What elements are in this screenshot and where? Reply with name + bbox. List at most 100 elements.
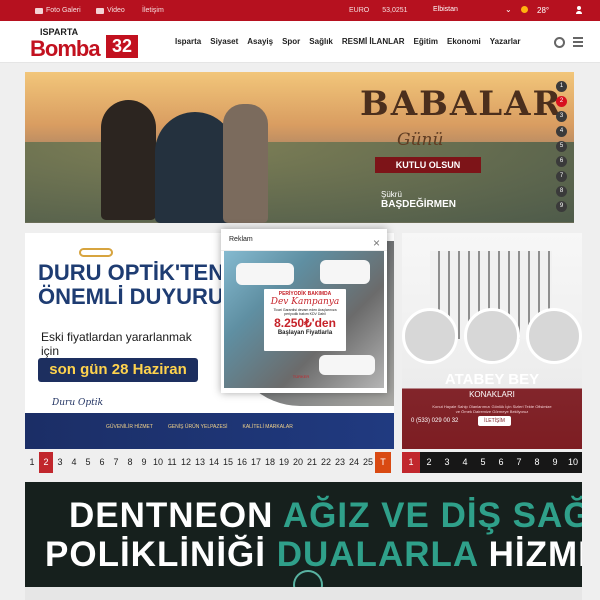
slider-dot[interactable]: 5 bbox=[556, 141, 567, 152]
nav-item-spor[interactable]: Spor bbox=[282, 37, 300, 46]
ad-modal: Reklam × PERİYODİK BAKIMDA Dev Kampanya … bbox=[221, 229, 387, 393]
slider-dot[interactable]: 9 bbox=[556, 201, 567, 212]
nav-item-asayis[interactable]: Asayiş bbox=[247, 37, 273, 46]
site-header: ISPARTA Bomba 32 Isparta Siyaset Asayiş … bbox=[0, 21, 600, 63]
pager-item[interactable]: 7 bbox=[109, 452, 123, 473]
interior-photo bbox=[526, 308, 582, 364]
pager-item[interactable]: 22 bbox=[319, 452, 333, 473]
pager-item[interactable]: 2 bbox=[420, 452, 438, 473]
pager-item[interactable]: 24 bbox=[347, 452, 361, 473]
pager-item[interactable]: 21 bbox=[305, 452, 319, 473]
nav-item-saglik[interactable]: Sağlık bbox=[309, 37, 333, 46]
slider-dot[interactable]: 4 bbox=[556, 126, 567, 137]
contact-label: İletişim bbox=[142, 7, 164, 14]
campaign-card: PERİYODİK BAKIMDA Dev Kampanya Ticari Ga… bbox=[264, 289, 346, 351]
pager-item[interactable]: 4 bbox=[67, 452, 81, 473]
campaign-desc: Ticari Garantisi devam eden Araçlarınıza… bbox=[273, 308, 337, 316]
nav-item-isparta[interactable]: Isparta bbox=[175, 37, 201, 46]
user-icon[interactable] bbox=[575, 5, 583, 15]
pager-item[interactable]: 5 bbox=[474, 452, 492, 473]
pager-item[interactable]: 4 bbox=[456, 452, 474, 473]
ad-title-2: ÖNEMLİ DUYURU: bbox=[38, 284, 232, 309]
pager-item[interactable]: 6 bbox=[492, 452, 510, 473]
banner-highlight: DUALARLA bbox=[276, 535, 478, 574]
pager-item[interactable]: 10 bbox=[151, 452, 165, 473]
city-select[interactable]: Elbistan bbox=[433, 6, 513, 13]
photo-gallery-link[interactable]: Foto Galeri bbox=[35, 7, 81, 14]
nav-item-egitim[interactable]: Eğitim bbox=[414, 37, 438, 46]
ad-badges: GÜVENİLİR HİZMET GENİŞ ÜRÜN YELPAZESİ KA… bbox=[106, 424, 293, 430]
pager-item[interactable]: 20 bbox=[291, 452, 305, 473]
slider-dot[interactable]: 3 bbox=[556, 111, 567, 122]
nav-item-yazarlar[interactable]: Yazarlar bbox=[490, 37, 521, 46]
slider-dot-active[interactable]: 2 bbox=[556, 96, 567, 107]
pager-item[interactable]: 14 bbox=[207, 452, 221, 473]
currency-value: 53,0251 bbox=[382, 7, 408, 14]
pager-item[interactable]: 11 bbox=[165, 452, 179, 473]
contact-link[interactable]: İletişim bbox=[142, 7, 164, 14]
pager-item[interactable]: 10 bbox=[564, 452, 582, 473]
campaign-title: Dev Kampanya bbox=[270, 297, 340, 307]
dentneon-banner[interactable]: DENTNEON AĞIZ VE DİŞ SAĞLIĞI POLİKLİNİĞİ… bbox=[25, 482, 582, 600]
nav-item-resmi-ilanlar[interactable]: RESMİ İLANLAR bbox=[342, 37, 405, 46]
ad-brand: Duru Optik bbox=[52, 398, 104, 408]
pager-item[interactable]: 6 bbox=[95, 452, 109, 473]
modal-ad-image[interactable]: PERİYODİK BAKIMDA Dev Kampanya Ticari Ga… bbox=[224, 251, 384, 388]
chevron-down-icon[interactable]: ⌄ bbox=[505, 5, 512, 14]
atabey-ad[interactable]: ATABEY BEY KONAKLARI Konut Hayale Sahip … bbox=[402, 233, 582, 449]
slider-dot[interactable]: 6 bbox=[556, 156, 567, 167]
pager-item[interactable]: 16 bbox=[235, 452, 249, 473]
pager-item[interactable]: 9 bbox=[137, 452, 151, 473]
badge-text: GÜVENİLİR HİZMET bbox=[106, 424, 153, 430]
pager-item[interactable]: 25 bbox=[361, 452, 375, 473]
logo-main-text: Bomba bbox=[30, 36, 101, 61]
glasses-icon bbox=[79, 248, 113, 257]
banner-highlight: AĞIZ VE DİŞ SAĞLIĞI bbox=[282, 496, 582, 535]
pager-item[interactable]: 8 bbox=[123, 452, 137, 473]
pager-item[interactable]: 3 bbox=[438, 452, 456, 473]
pager-item[interactable]: 12 bbox=[179, 452, 193, 473]
campaign-note: Başlayan Fiyatlarla bbox=[277, 330, 333, 336]
pager-item[interactable]: 1 bbox=[25, 452, 39, 473]
pager-item[interactable]: 18 bbox=[263, 452, 277, 473]
van-image bbox=[319, 355, 375, 375]
hero-banner[interactable]: BABALAR Günü KUTLU OLSUN Şükrü BAŞDEĞİRME… bbox=[25, 72, 574, 223]
signature-last-name: BAŞDEĞİRMEN bbox=[381, 199, 457, 210]
currency-widget: EURO 53,0251 bbox=[349, 7, 408, 14]
pager-item-active[interactable]: 2 bbox=[39, 452, 53, 473]
pager-item[interactable]: 8 bbox=[528, 452, 546, 473]
pager-item[interactable]: 13 bbox=[193, 452, 207, 473]
left-slider-pager: 1 2 3 4 5 6 7 8 9 10 11 12 13 14 15 16 1… bbox=[25, 452, 394, 473]
pager-item-active[interactable]: 1 bbox=[402, 452, 420, 473]
search-icon[interactable] bbox=[554, 37, 565, 48]
contact-button[interactable]: İLETİŞİM bbox=[478, 416, 511, 426]
slider-dot[interactable]: 8 bbox=[556, 186, 567, 197]
logo-number: 32 bbox=[106, 35, 138, 58]
pager-item[interactable]: 5 bbox=[81, 452, 95, 473]
banner-brand: DENTNEON bbox=[69, 496, 274, 535]
pager-item[interactable]: 3 bbox=[53, 452, 67, 473]
pager-item[interactable]: 15 bbox=[221, 452, 235, 473]
nav-item-siyaset[interactable]: Siyaset bbox=[210, 37, 238, 46]
pager-item-last[interactable]: T bbox=[375, 452, 391, 473]
child-figure bbox=[101, 100, 156, 220]
photo-gallery-label: Foto Galeri bbox=[46, 7, 81, 14]
pager-item[interactable]: 7 bbox=[510, 452, 528, 473]
banner-line-2: POLİKLİNİĞİ DUALARLA HİZMETE AÇILDI bbox=[45, 535, 582, 575]
nav-item-ekonomi[interactable]: Ekonomi bbox=[447, 37, 481, 46]
pager-item[interactable]: 9 bbox=[546, 452, 564, 473]
family-illustration bbox=[73, 92, 283, 223]
signature-first-name: Şükrü bbox=[381, 190, 402, 199]
ad-title: ATABEY BEY bbox=[444, 371, 540, 388]
pager-item[interactable]: 19 bbox=[277, 452, 291, 473]
slider-dot[interactable]: 1 bbox=[556, 81, 567, 92]
right-slider-pager: 1 2 3 4 5 6 7 8 9 10 bbox=[402, 452, 582, 473]
pager-item[interactable]: 17 bbox=[249, 452, 263, 473]
currency-label: EURO bbox=[349, 7, 370, 14]
slider-dot[interactable]: 7 bbox=[556, 171, 567, 182]
video-link[interactable]: Video bbox=[96, 7, 125, 14]
menu-icon[interactable] bbox=[573, 37, 583, 47]
site-logo[interactable]: ISPARTA Bomba 32 bbox=[30, 27, 138, 61]
pager-item[interactable]: 23 bbox=[333, 452, 347, 473]
banner-text: POLİKLİNİĞİ bbox=[45, 535, 266, 574]
